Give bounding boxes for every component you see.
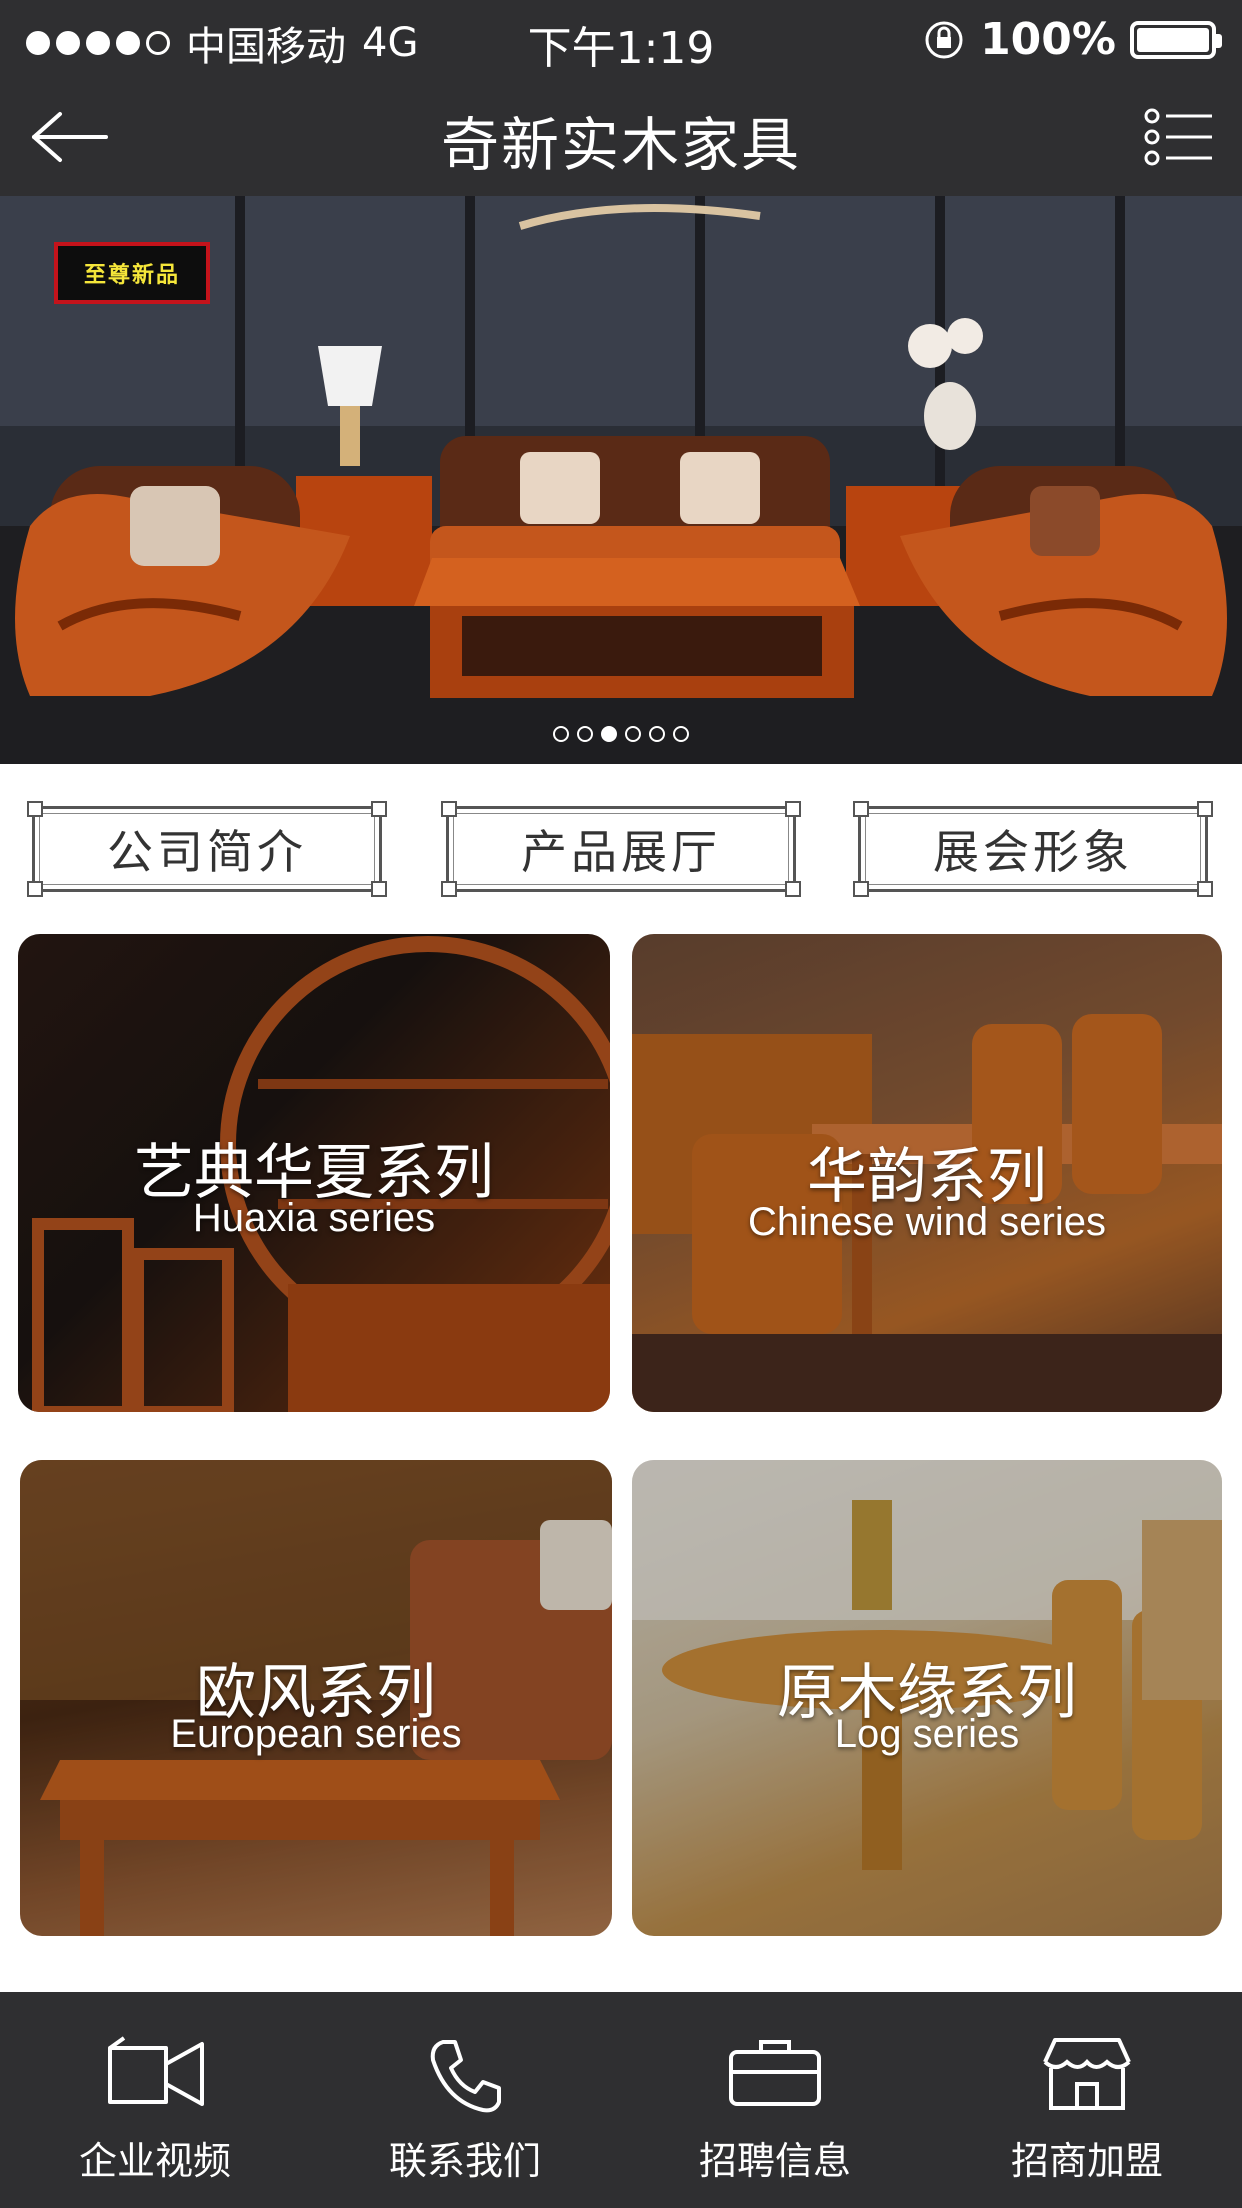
pager-dot[interactable] bbox=[553, 726, 569, 742]
page-title: 奇新实木家具 bbox=[440, 111, 801, 179]
series-card-huaxia[interactable]: 艺典华夏系列 Huaxia series bbox=[18, 934, 610, 1412]
pager-dot[interactable] bbox=[577, 726, 593, 742]
pager-dot[interactable] bbox=[649, 726, 665, 742]
company-profile-button[interactable]: 公司简介 bbox=[27, 801, 387, 897]
hero-banner[interactable]: 至尊新品 bbox=[0, 196, 1242, 764]
status-bar: 中国移动 4G 下午1:19 100% bbox=[0, 0, 1242, 78]
nav-item-video[interactable]: 企业视频 bbox=[0, 1992, 310, 2208]
nav-item-recruitment[interactable]: 招聘信息 bbox=[620, 1992, 930, 2208]
series-title-en: European series bbox=[170, 1712, 462, 1756]
series-title-en: Log series bbox=[834, 1712, 1020, 1756]
nav-label: 企业视频 bbox=[78, 2139, 231, 2183]
phone-icon bbox=[430, 2040, 501, 2113]
nav-label: 招商加盟 bbox=[1010, 2139, 1163, 2183]
new-product-badge: 至尊新品 bbox=[54, 242, 210, 304]
quick-link-label: 产品展厅 bbox=[521, 825, 721, 879]
pager-dot[interactable] bbox=[673, 726, 689, 742]
series-card-european[interactable]: 欧风系列 European series bbox=[20, 1460, 612, 1936]
briefcase-icon bbox=[729, 2040, 821, 2106]
list-menu-icon[interactable] bbox=[1144, 108, 1214, 166]
nav-label: 招聘信息 bbox=[698, 2139, 851, 2183]
series-card-chinese-wind[interactable]: 华韵系列 Chinese wind series bbox=[632, 934, 1222, 1412]
nav-label: 联系我们 bbox=[388, 2139, 541, 2183]
pager-dot[interactable] bbox=[625, 726, 641, 742]
video-camera-icon bbox=[108, 2036, 204, 2106]
pager-dot-active[interactable] bbox=[601, 726, 617, 742]
storefront-icon bbox=[1043, 2038, 1131, 2110]
series-title-en: Chinese wind series bbox=[748, 1200, 1106, 1244]
exhibition-image-button[interactable]: 展会形象 bbox=[853, 801, 1213, 897]
quick-link-label: 展会形象 bbox=[933, 825, 1133, 879]
battery-percent: 100% bbox=[980, 14, 1116, 65]
banner-pager[interactable] bbox=[0, 726, 1242, 742]
quick-link-label: 公司简介 bbox=[107, 825, 307, 879]
orientation-lock-icon bbox=[925, 21, 963, 58]
nav-item-franchise[interactable]: 招商加盟 bbox=[932, 1992, 1242, 2208]
series-card-log[interactable]: 原木缘系列 Log series bbox=[632, 1460, 1222, 1936]
product-showroom-button[interactable]: 产品展厅 bbox=[441, 801, 801, 897]
bottom-navigation: 企业视频 联系我们 招聘信息 招商加盟 bbox=[0, 1992, 1242, 2208]
series-title-en: Huaxia series bbox=[192, 1196, 436, 1240]
battery-icon bbox=[1130, 20, 1222, 59]
app-header: 奇新实木家具 bbox=[0, 78, 1242, 196]
status-right: 100% bbox=[922, 14, 1222, 65]
nav-item-contact[interactable]: 联系我们 bbox=[310, 1992, 620, 2208]
